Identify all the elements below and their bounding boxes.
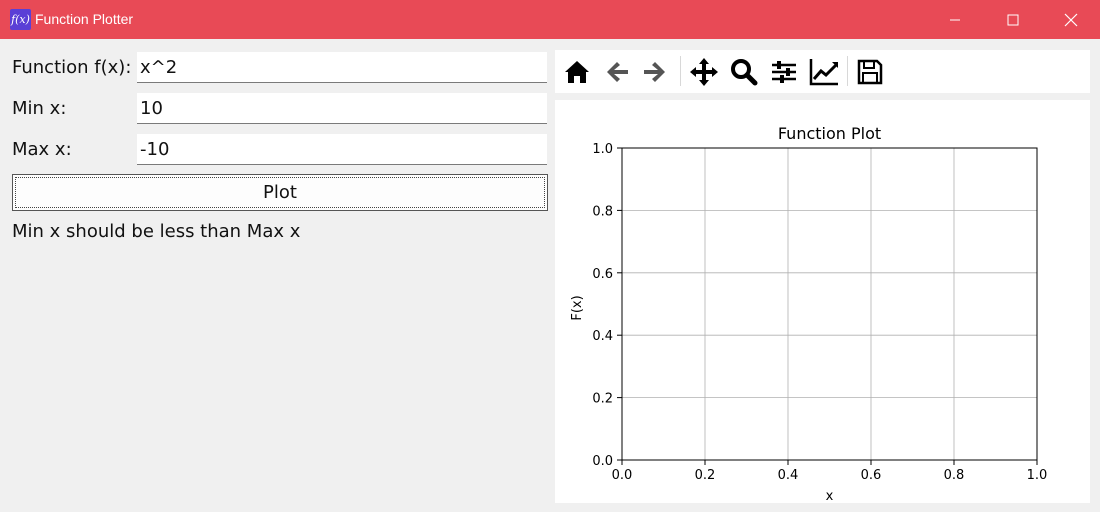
configure-subplots-icon (772, 61, 796, 83)
x-axis-label: x (826, 489, 834, 503)
x-tick-label: 0.6 (861, 468, 882, 483)
title-bar[interactable]: f(x) Function Plotter (0, 0, 1100, 39)
function-chart: Function Plot 0.00.20.40.60.81.0 0.0 0.2 0… (570, 124, 1048, 503)
max-x-label: Max x: (12, 139, 72, 160)
plot-button[interactable]: Plot (12, 174, 548, 211)
maximize-icon (1007, 14, 1019, 25)
y-tick-label: 0.4 (592, 329, 613, 344)
minimize-icon (950, 19, 960, 20)
forward-arrow-icon (644, 62, 665, 82)
y-tick-label: 0.8 (592, 204, 613, 219)
x-tick-label: 1.0 (1027, 468, 1048, 483)
toolbar-separator (847, 56, 848, 86)
minimize-button[interactable] (926, 0, 984, 39)
plot-toolbar (555, 50, 1090, 93)
y-axis-ticks: 0.0 0.2 0.4 0.6 0.8 1.0 (592, 142, 622, 469)
min-x-input[interactable] (137, 93, 547, 124)
save-button[interactable] (853, 55, 887, 89)
x-axis-ticks: 0.0 0.2 0.4 0.6 0.8 1.0 (612, 460, 1048, 483)
chart-grid (621, 147, 1038, 461)
y-tick-label: 1.0 (592, 142, 613, 157)
function-label: Function f(x): (12, 57, 132, 78)
y-tick-label: 0.2 (592, 392, 613, 407)
y-tick-label: 0.0 (592, 454, 613, 469)
maximize-button[interactable] (984, 0, 1042, 39)
x-tick-label: 0.2 (695, 468, 716, 483)
app-function-icon: f(x) (10, 9, 31, 30)
chart-title: Function Plot (778, 124, 881, 143)
function-input[interactable] (137, 52, 547, 83)
pan-move-icon (690, 58, 718, 86)
window-title: Function Plotter (35, 11, 134, 27)
plot-area-frame (621, 147, 1038, 461)
edit-axis-icon (809, 59, 838, 86)
back-button[interactable] (601, 55, 633, 89)
forward-button[interactable] (639, 55, 671, 89)
x-tick-label: 0.8 (944, 468, 965, 483)
home-button[interactable] (561, 55, 593, 89)
y-axis-label: F(x) (570, 295, 585, 320)
close-icon (1064, 13, 1078, 26)
toolbar-separator (680, 56, 681, 86)
back-arrow-icon (607, 62, 628, 82)
y-tick-label: 0.6 (592, 267, 613, 282)
edit-axis-button[interactable] (807, 55, 841, 89)
plot-button-label: Plot (263, 182, 297, 203)
plot-canvas[interactable]: Function Plot 0.0 0.2 0.4 0.6 0.8 1.0 0.0 0.2 0… (555, 100, 1090, 503)
home-icon (565, 61, 589, 83)
zoom-magnifier-icon (731, 59, 758, 86)
x-tick-label: 0.4 (778, 468, 799, 483)
max-x-input[interactable] (137, 134, 547, 165)
zoom-button[interactable] (727, 55, 761, 89)
pan-button[interactable] (687, 55, 721, 89)
x-tick-label: 0.0 (612, 468, 633, 483)
min-x-label: Min x: (12, 98, 67, 119)
configure-subplots-button[interactable] (767, 55, 801, 89)
validation-message: Min x should be less than Max x (12, 221, 301, 242)
save-floppy-icon (857, 59, 883, 85)
close-button[interactable] (1042, 0, 1100, 39)
